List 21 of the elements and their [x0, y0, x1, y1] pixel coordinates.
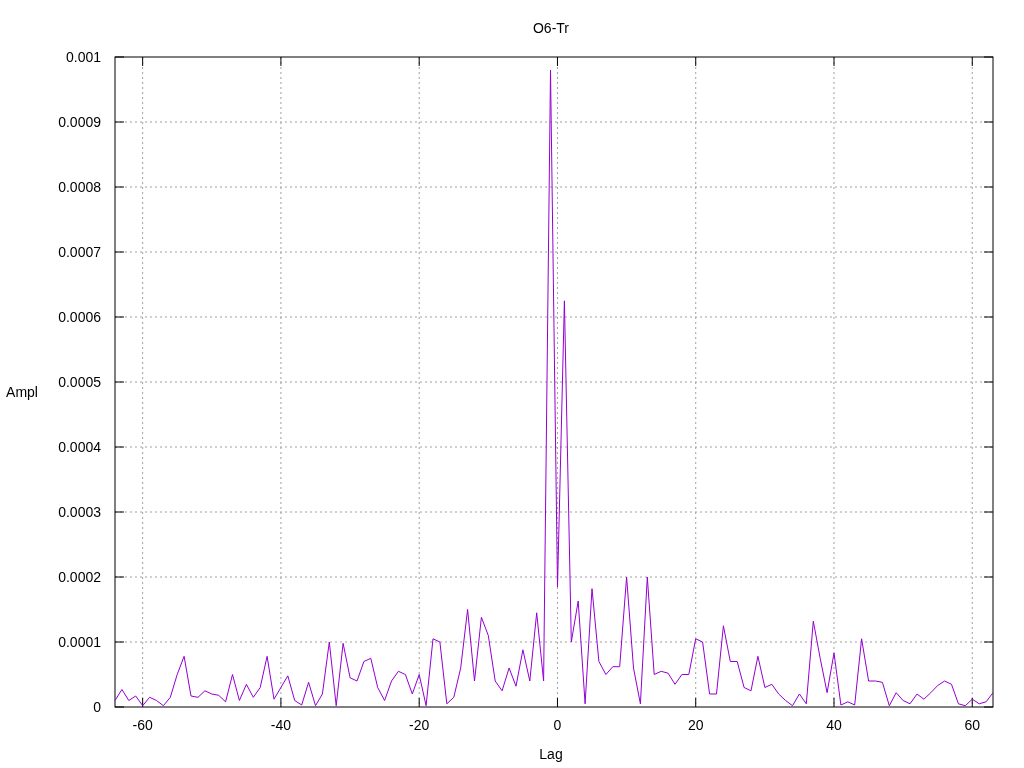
x-tick-label: 60 [964, 717, 981, 733]
x-tick-label: -20 [409, 717, 430, 733]
y-tick-label: 0.001 [65, 49, 101, 65]
y-tick-label: 0.0006 [58, 309, 101, 325]
y-tick-label: 0.0001 [58, 634, 101, 650]
y-tick-label: 0.0009 [58, 114, 101, 130]
x-axis-label: Lag [539, 746, 563, 762]
y-tick-label: 0.0008 [58, 179, 101, 195]
x-tick-label: -60 [132, 717, 153, 733]
chart-title: O6-Tr [533, 20, 569, 36]
x-tick-label: 40 [826, 717, 842, 733]
y-tick-label: 0.0003 [58, 504, 101, 520]
y-tick-label: 0 [93, 699, 101, 715]
y-tick-label: 0.0005 [58, 374, 101, 390]
y-tick-label: 0.0002 [58, 569, 101, 585]
y-tick-label: 0.0004 [58, 439, 101, 455]
y-axis-label: Ampl [6, 384, 38, 400]
x-tick-label: 0 [553, 717, 562, 733]
y-tick-label: 0.0007 [58, 244, 101, 260]
x-tick-label: 20 [687, 717, 704, 733]
x-tick-label: -40 [270, 717, 292, 733]
